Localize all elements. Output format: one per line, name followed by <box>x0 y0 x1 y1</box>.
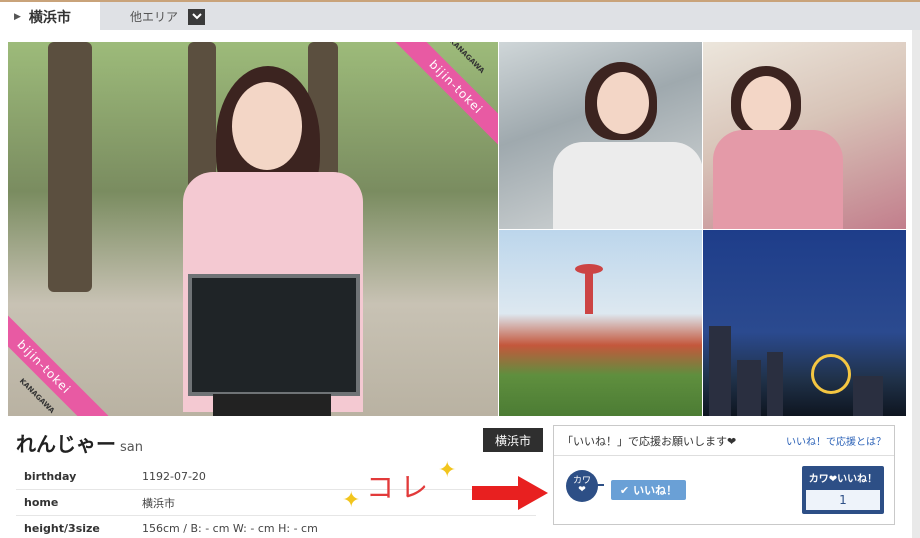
page: ▶ 横浜市 他エリア bijin-tokei KANAGAWA bijin-to… <box>0 0 920 538</box>
like-counter-label: カワ❤いいね！ <box>808 473 878 485</box>
person-face <box>741 76 791 134</box>
profile-table: birthday 1192-07-20 home 横浜市 height/3siz… <box>16 464 536 538</box>
building <box>709 326 731 416</box>
caret-right-icon: ▶ <box>14 12 21 22</box>
current-area-label: 横浜市 <box>28 10 71 26</box>
blank-board <box>188 274 360 396</box>
building <box>737 360 761 416</box>
profile-name: れんじゃー san <box>16 428 143 457</box>
heart-icon: ❤ <box>578 485 586 495</box>
profile-value: 横浜市 <box>142 496 175 510</box>
like-panel-header: 「いいね！」で応援お願いします❤ いいね！で応援とは？ <box>554 426 894 456</box>
profile-row-home: home 横浜市 <box>16 490 536 516</box>
avatar-connector <box>596 484 604 486</box>
other-area-selector[interactable]: 他エリア <box>130 8 206 25</box>
city-badge[interactable]: 横浜市 <box>483 428 543 452</box>
profile-label: height/3size <box>24 522 100 535</box>
building <box>767 352 783 416</box>
main-photo[interactable]: bijin-tokei KANAGAWA bijin-tokei KANAGAW… <box>8 42 498 416</box>
profile-label: home <box>24 496 59 509</box>
profile-value: 1192-07-20 <box>142 470 206 483</box>
thumbnail-night-city[interactable] <box>703 230 906 416</box>
thumbnail-stadium[interactable] <box>499 230 702 416</box>
profile-name-text: れんじゃー <box>16 432 116 456</box>
annotation-text: コレ <box>366 471 435 504</box>
profile-row-birthday: birthday 1192-07-20 <box>16 464 536 490</box>
like-panel: 「いいね！」で応援お願いします❤ いいね！で応援とは？ カワ ❤ ✔ いいね！ … <box>553 425 895 525</box>
ribbon-bottom-left: bijin-tokei <box>8 302 109 416</box>
kawa-avatar: カワ ❤ <box>566 470 598 502</box>
thumbnail-kimono[interactable] <box>703 42 906 229</box>
current-area-tab[interactable]: ▶ 横浜市 <box>0 2 100 32</box>
building <box>853 376 883 416</box>
person-body <box>713 130 843 229</box>
like-button[interactable]: ✔ いいね！ <box>611 480 686 500</box>
sparkle-icon: ✦ <box>438 458 457 483</box>
profile-honorific: san <box>120 440 143 455</box>
light-tower-head <box>575 264 603 274</box>
light-tower <box>585 270 593 314</box>
thumbnail-helicopter[interactable] <box>499 42 702 229</box>
person-face <box>597 72 649 134</box>
tree-trunk <box>48 42 92 292</box>
ferris-wheel <box>811 354 851 394</box>
person-skirt <box>213 394 331 416</box>
like-request-text: 「いいね！」で応援お願いします❤ <box>562 434 737 448</box>
like-counter-value: 1 <box>806 490 880 510</box>
like-counter: カワ❤いいね！ 1 <box>802 466 884 514</box>
like-help-link[interactable]: いいね！で応援とは？ <box>786 433 886 448</box>
check-icon: ✔ <box>619 483 630 497</box>
photo-gallery: bijin-tokei KANAGAWA bijin-tokei KANAGAW… <box>8 42 906 416</box>
profile-row-size: height/3size 156cm / B: - cm W: - cm H: … <box>16 516 536 538</box>
scrollbar-track[interactable] <box>912 30 920 538</box>
red-arrow-icon <box>472 476 548 510</box>
profile-value: 156cm / B: - cm W: - cm H: - cm <box>142 522 318 535</box>
area-nav-bar: ▶ 横浜市 他エリア <box>0 0 920 32</box>
sparkle-icon: ✦ <box>342 488 361 513</box>
profile-label: birthday <box>24 470 77 483</box>
person-body <box>553 142 702 229</box>
like-button-label: いいね！ <box>633 484 678 497</box>
chevron-down-icon[interactable] <box>188 8 206 25</box>
person-face <box>232 82 302 170</box>
ribbon-top-right: bijin-tokei <box>391 42 498 152</box>
other-area-label: 他エリア <box>130 10 179 24</box>
